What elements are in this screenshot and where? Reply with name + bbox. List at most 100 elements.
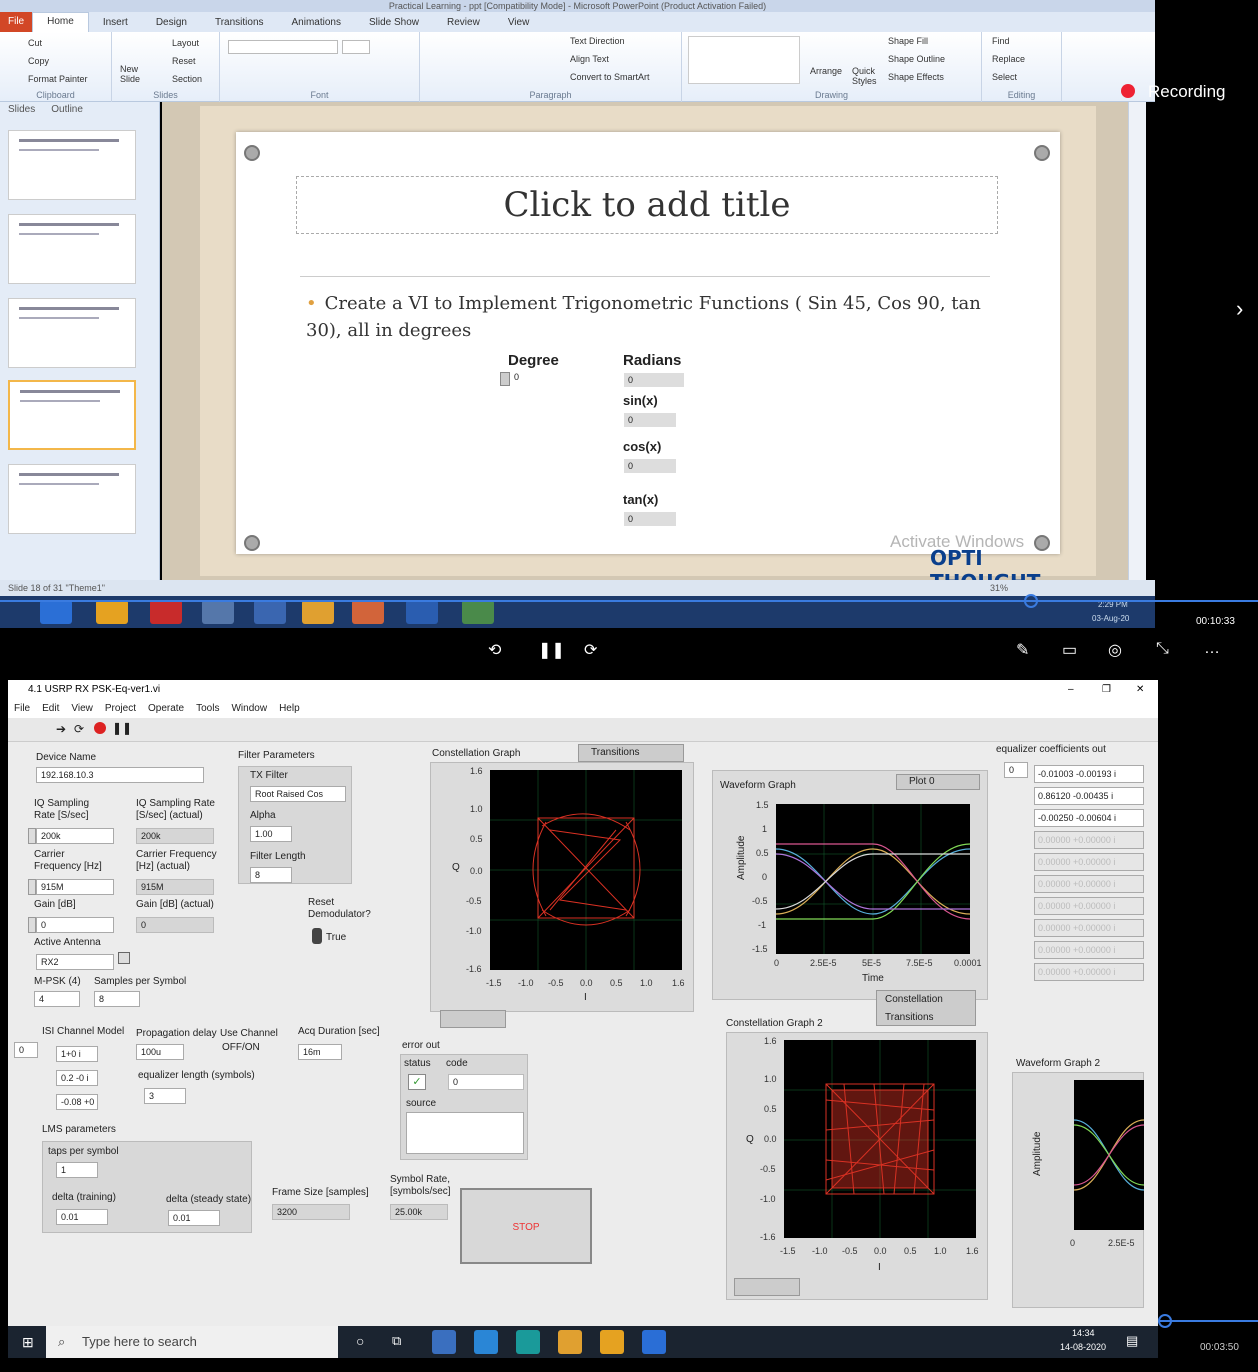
shape-effects-button[interactable]: Shape Effects bbox=[888, 72, 944, 82]
labview-icon[interactable] bbox=[558, 1330, 582, 1354]
abort-icon[interactable] bbox=[94, 722, 106, 734]
notifications-icon[interactable]: ▤ bbox=[1126, 1333, 1138, 1349]
isi-value[interactable]: -0.08 +0 bbox=[56, 1094, 98, 1110]
font-name-input[interactable] bbox=[228, 40, 338, 54]
select-button[interactable]: Select bbox=[992, 72, 1017, 82]
taps-input[interactable]: 1 bbox=[56, 1162, 98, 1178]
quick-styles-button[interactable]: Quick Styles bbox=[852, 66, 882, 86]
slide-scrollbar[interactable] bbox=[1128, 102, 1146, 580]
mail-icon[interactable] bbox=[474, 1330, 498, 1354]
degree-value[interactable]: 0 bbox=[514, 372, 519, 382]
menu-tools[interactable]: Tools bbox=[190, 700, 225, 718]
graph2-palette[interactable] bbox=[734, 1278, 800, 1296]
stop-button[interactable]: STOP bbox=[460, 1188, 592, 1264]
vr-360-icon[interactable]: ◎ bbox=[1108, 640, 1122, 660]
menu-window[interactable]: Window bbox=[225, 700, 273, 718]
close-icon[interactable]: ✕ bbox=[1136, 680, 1144, 700]
reset-demod-toggle[interactable] bbox=[312, 928, 322, 944]
mpsk-select[interactable]: 4 bbox=[34, 991, 80, 1007]
tx-filter-select[interactable]: Root Raised Cos bbox=[250, 786, 346, 802]
samples-per-symbol-select[interactable]: 8 bbox=[94, 991, 140, 1007]
slide-thumbnail[interactable] bbox=[8, 298, 136, 368]
run-icon[interactable]: ➔ bbox=[56, 722, 66, 736]
align-text-button[interactable]: Align Text bbox=[570, 54, 609, 64]
format-painter-button[interactable]: Format Painter bbox=[28, 74, 88, 84]
cortana-icon[interactable]: ○ bbox=[356, 1333, 364, 1349]
app-icon[interactable] bbox=[202, 600, 234, 624]
app-icon[interactable] bbox=[432, 1330, 456, 1354]
next-arrow-icon[interactable]: › bbox=[1236, 296, 1243, 322]
progress-handle[interactable] bbox=[1158, 1314, 1172, 1328]
section-button[interactable]: Section bbox=[172, 74, 202, 84]
video-progress-bar[interactable] bbox=[0, 600, 1258, 602]
tab-view[interactable]: View bbox=[494, 17, 544, 28]
shape-outline-button[interactable]: Shape Outline bbox=[888, 54, 945, 64]
delta-steady-input[interactable]: 0.01 bbox=[168, 1210, 220, 1226]
more-icon[interactable]: … bbox=[1204, 640, 1220, 658]
tab-home[interactable]: Home bbox=[32, 12, 89, 32]
slide-thumbnail-selected[interactable] bbox=[8, 380, 136, 450]
captions-icon[interactable]: ▭ bbox=[1062, 640, 1077, 660]
minimize-icon[interactable]: – bbox=[1068, 680, 1074, 700]
iq-rate-input[interactable]: 200k bbox=[36, 828, 114, 844]
shape-fill-button[interactable]: Shape Fill bbox=[888, 36, 928, 46]
slide-thumbnail[interactable] bbox=[8, 130, 136, 200]
labview-icon[interactable] bbox=[302, 600, 334, 624]
text-direction-button[interactable]: Text Direction bbox=[570, 36, 625, 46]
delta-training-input[interactable]: 0.01 bbox=[56, 1209, 108, 1225]
new-slide-button[interactable]: New Slide bbox=[120, 64, 150, 84]
carrier-input[interactable]: 915M bbox=[36, 879, 114, 895]
gain-spinner[interactable] bbox=[28, 917, 36, 933]
pause-run-icon[interactable]: ❚❚ bbox=[112, 721, 132, 735]
windows-start-icon[interactable]: ⊞ bbox=[22, 1334, 34, 1351]
find-button[interactable]: Find bbox=[992, 36, 1010, 46]
zoom-level[interactable]: 31% bbox=[990, 580, 1008, 596]
isi-value[interactable]: 0.2 -0 i bbox=[56, 1070, 98, 1086]
tab-file[interactable]: File bbox=[0, 12, 33, 32]
chrome-icon[interactable] bbox=[600, 1330, 624, 1354]
run-continuous-icon[interactable]: ⟳ bbox=[74, 722, 84, 736]
pen-icon[interactable]: ✎ bbox=[1016, 640, 1029, 660]
menu-help[interactable]: Help bbox=[273, 700, 306, 718]
forward-30-icon[interactable]: ⟳ bbox=[584, 640, 597, 660]
menu-edit[interactable]: Edit bbox=[36, 700, 65, 718]
arrange-button[interactable]: Arrange bbox=[810, 66, 842, 76]
isi-index[interactable]: 0 bbox=[14, 1042, 38, 1058]
menu-file[interactable]: File bbox=[8, 700, 36, 718]
antenna-select[interactable]: RX2 bbox=[36, 954, 114, 970]
slide-title-placeholder[interactable]: Click to add title bbox=[296, 176, 998, 234]
powerpoint-icon[interactable] bbox=[352, 600, 384, 624]
pause-icon[interactable]: ❚❚ bbox=[538, 640, 565, 660]
degree-spinner[interactable] bbox=[500, 372, 510, 386]
tab-insert[interactable]: Insert bbox=[89, 17, 142, 28]
edge-icon[interactable] bbox=[516, 1330, 540, 1354]
eq-index[interactable]: 0 bbox=[1004, 762, 1028, 778]
copy-button[interactable]: Copy bbox=[28, 56, 49, 66]
collapse-icon[interactable]: ⤡ bbox=[1156, 640, 1169, 658]
menu-operate[interactable]: Operate bbox=[142, 700, 190, 718]
taskbar-search-box[interactable]: ⌕ Type here to search bbox=[46, 1326, 338, 1358]
convert-smartart-button[interactable]: Convert to SmartArt bbox=[570, 72, 650, 82]
camera-icon[interactable] bbox=[406, 600, 438, 624]
use-channel-radio[interactable]: OFF/ON bbox=[222, 1042, 260, 1053]
device-name-select[interactable]: 192.168.10.3 bbox=[36, 767, 204, 783]
shapes-gallery[interactable] bbox=[688, 36, 800, 84]
tab-outline[interactable]: Outline bbox=[43, 102, 91, 120]
layout-button[interactable]: Layout bbox=[172, 38, 199, 48]
tab-slide-show[interactable]: Slide Show bbox=[355, 17, 433, 28]
ie-icon[interactable] bbox=[40, 600, 72, 624]
menu-project[interactable]: Project bbox=[99, 700, 142, 718]
antenna-dropdown-icon[interactable] bbox=[118, 952, 130, 964]
tab-review[interactable]: Review bbox=[433, 17, 494, 28]
app-icon[interactable] bbox=[642, 1330, 666, 1354]
cut-button[interactable]: Cut bbox=[28, 38, 42, 48]
replace-button[interactable]: Replace bbox=[992, 54, 1025, 64]
eq-length-input[interactable]: 3 bbox=[144, 1088, 186, 1104]
pdf-icon[interactable] bbox=[150, 600, 182, 624]
acq-duration-input[interactable]: 16m bbox=[298, 1044, 342, 1060]
tab-slides[interactable]: Slides bbox=[0, 102, 43, 120]
video-progress-bar[interactable] bbox=[1160, 1320, 1258, 1322]
tab-animations[interactable]: Animations bbox=[278, 17, 355, 28]
slide-thumbnail[interactable] bbox=[8, 214, 136, 284]
app-icon[interactable] bbox=[254, 600, 286, 624]
